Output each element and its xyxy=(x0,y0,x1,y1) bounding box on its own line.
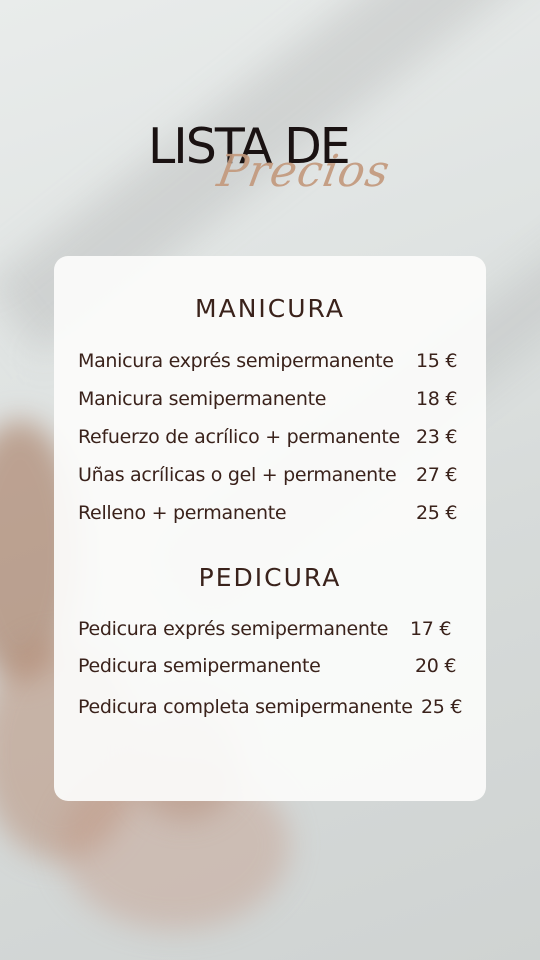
section-heading-manicura: MANICURA xyxy=(195,294,345,323)
service-price: 23 € xyxy=(416,426,458,448)
price-row: Manicura semipermanente 18 € xyxy=(78,388,462,418)
service-name: Pedicura semipermanente xyxy=(78,655,321,677)
service-price: 25 € xyxy=(416,502,458,524)
price-row: Pedicura semipermanente 20 € xyxy=(78,655,462,685)
section-heading-pedicura: PEDICURA xyxy=(198,563,342,592)
service-price: 15 € xyxy=(416,350,458,372)
price-row: Pedicura completa semipermanente 25 € xyxy=(78,696,468,726)
service-price: 25 € xyxy=(421,696,463,718)
service-name: Pedicura exprés semipermanente xyxy=(78,618,389,640)
price-row: Refuerzo de acrílico + permanente 23 € xyxy=(78,426,462,456)
page-title-script: Precios xyxy=(213,146,395,197)
price-row: Pedicura exprés semipermanente 17 € xyxy=(78,618,462,648)
service-name: Manicura exprés semipermanente xyxy=(78,350,394,372)
service-price: 27 € xyxy=(416,464,458,486)
service-price: 18 € xyxy=(416,388,458,410)
price-card: MANICURA Manicura exprés semipermanente … xyxy=(54,256,486,801)
service-name: Manicura semipermanente xyxy=(78,388,327,410)
service-price: 17 € xyxy=(410,618,452,640)
service-price: 20 € xyxy=(415,655,457,677)
price-row: Relleno + permanente 25 € xyxy=(78,502,462,532)
price-row: Uñas acrílicas o gel + permanente 27 € xyxy=(78,464,462,494)
service-name: Uñas acrílicas o gel + permanente xyxy=(78,464,397,486)
price-row: Manicura exprés semipermanente 15 € xyxy=(78,350,462,380)
service-name: Refuerzo de acrílico + permanente xyxy=(78,426,400,448)
service-name: Relleno + permanente xyxy=(78,502,287,524)
service-name: Pedicura completa semipermanente xyxy=(78,696,413,718)
